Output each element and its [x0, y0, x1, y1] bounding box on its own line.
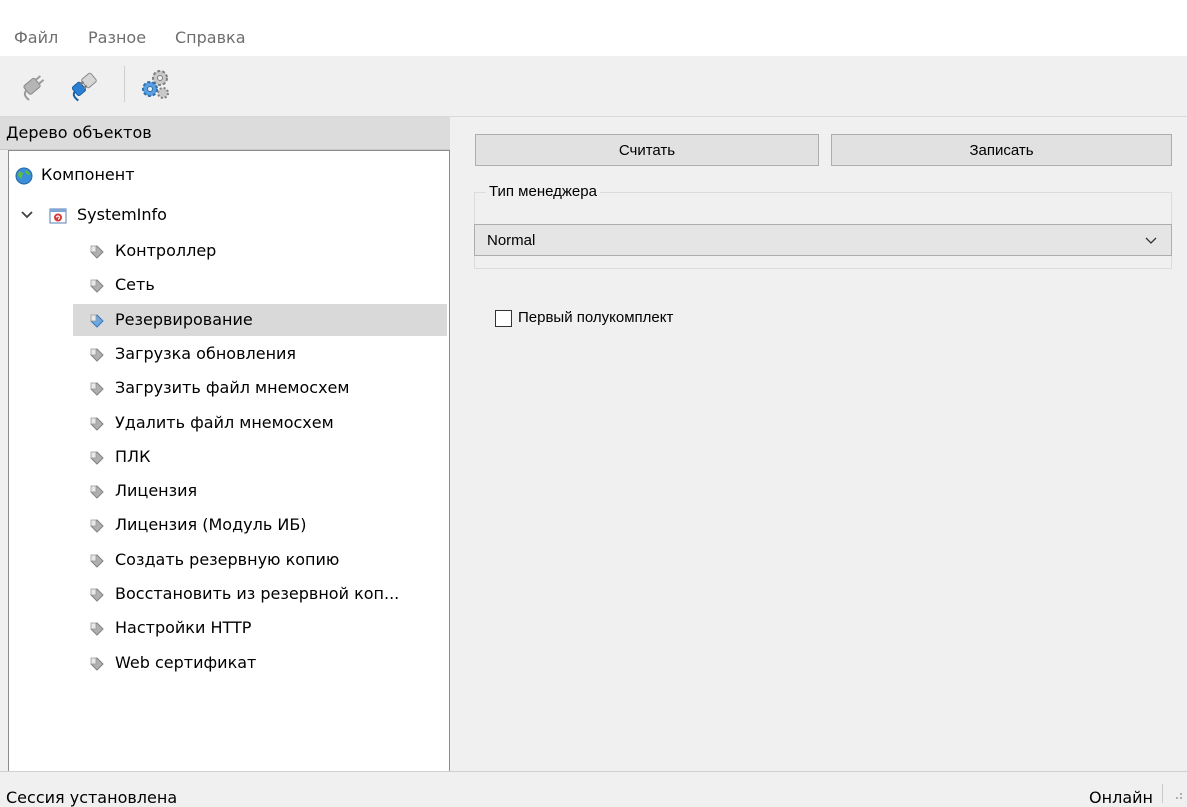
status-bar: Сессия установлена Онлайн: [0, 771, 1187, 807]
menu-help[interactable]: Справка: [175, 28, 246, 47]
tree-item-label: Создать резервную копию: [115, 550, 340, 569]
tree-item-child[interactable]: Контроллер: [73, 235, 447, 267]
chevron-down-icon: [1145, 237, 1157, 244]
read-button[interactable]: Считать: [475, 134, 819, 166]
toolbar: [0, 56, 1187, 117]
settings-gears-icon[interactable]: [136, 64, 176, 104]
disconnect-plug-icon[interactable]: [14, 64, 54, 104]
first-half-set-label[interactable]: Первый полукомплект: [518, 309, 673, 326]
tree-item-label: Удалить файл мнемосхем: [115, 413, 334, 432]
leaf-node-icon: [90, 314, 104, 328]
tree-item-label: Лицензия (Модуль ИБ): [115, 515, 307, 534]
status-separator: [1162, 784, 1163, 803]
first-half-set-checkbox[interactable]: [495, 310, 512, 327]
tree-item-label: Восстановить из резервной коп...: [115, 584, 400, 603]
tree-item-label: Сеть: [115, 275, 155, 294]
tree-item-label: Лицензия: [115, 481, 198, 500]
tree-item-systeminfo[interactable]: SystemInfo: [9, 199, 447, 231]
tree-item-component[interactable]: Компонент: [9, 159, 447, 191]
leaf-node-icon: [90, 657, 104, 671]
tree-item-child[interactable]: Лицензия: [73, 475, 447, 507]
tree-item-child[interactable]: Загрузить файл мнемосхем: [73, 372, 447, 404]
write-button[interactable]: Записать: [831, 134, 1172, 166]
manager-type-combo[interactable]: Normal: [474, 224, 1172, 256]
tree-header: Дерево объектов: [0, 117, 450, 150]
tree-item-child[interactable]: Резервирование: [73, 304, 447, 336]
tree-item-child[interactable]: Лицензия (Модуль ИБ): [73, 509, 447, 541]
online-status: Онлайн: [1089, 788, 1153, 807]
object-tree[interactable]: Компонент SystemInfo Контроллер Сеть Резер…: [8, 150, 450, 773]
tree-item-child[interactable]: Восстановить из резервной коп...: [73, 578, 447, 610]
leaf-node-icon: [90, 382, 104, 396]
leaf-node-icon: [90, 554, 104, 568]
tree-item-label: Контроллер: [115, 241, 217, 260]
leaf-node-icon: [90, 588, 104, 602]
globe-icon: [15, 167, 33, 185]
tree-item-child[interactable]: Загрузка обновления: [73, 338, 447, 370]
toolbar-separator: [124, 66, 125, 102]
leaf-node-icon: [90, 417, 104, 431]
menu-misc[interactable]: Разное: [88, 28, 146, 47]
settings-panel: Считать Записать Тип менеджера Normal Пе…: [458, 117, 1187, 771]
tree-item-child[interactable]: Настройки HTTP: [73, 612, 447, 644]
tree-item-child[interactable]: Сеть: [73, 269, 447, 301]
leaf-node-icon: [90, 245, 104, 259]
leaf-node-icon: [90, 519, 104, 533]
leaf-node-icon: [90, 451, 104, 465]
manager-type-title: Тип менеджера: [486, 183, 600, 200]
manager-type-value: Normal: [487, 232, 536, 249]
chevron-down-icon[interactable]: [21, 211, 33, 220]
tree-item-label: Резервирование: [115, 310, 253, 329]
tree-item-label: Настройки HTTP: [115, 618, 252, 637]
menu-file[interactable]: Файл: [14, 28, 58, 47]
tree-item-child[interactable]: Создать резервную копию: [73, 544, 447, 576]
tree-item-label: Web сертификат: [115, 653, 257, 672]
session-status: Сессия установлена: [6, 788, 178, 807]
tree-item-child[interactable]: Удалить файл мнемосхем: [73, 407, 447, 439]
tree-item-label: Загрузить файл мнемосхем: [115, 378, 350, 397]
tree-item-label: Загрузка обновления: [115, 344, 297, 363]
menu-bar: Файл Разное Справка: [0, 0, 1187, 56]
system-module-icon: [49, 208, 67, 224]
leaf-node-icon: [90, 485, 104, 499]
resize-grip-icon[interactable]: [1173, 790, 1183, 800]
leaf-node-icon: [90, 279, 104, 293]
connect-plug-icon[interactable]: [64, 64, 104, 104]
leaf-node-icon: [90, 622, 104, 636]
leaf-node-icon: [90, 348, 104, 362]
tree-item-label: ПЛК: [115, 447, 151, 466]
tree-item-child[interactable]: Web сертификат: [73, 647, 447, 679]
tree-item-child[interactable]: ПЛК: [73, 441, 447, 473]
tree-header-title: Дерево объектов: [6, 123, 152, 142]
